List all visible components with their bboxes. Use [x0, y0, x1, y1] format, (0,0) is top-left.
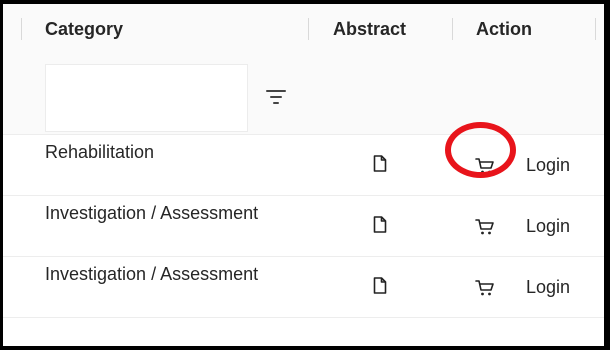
- login-link[interactable]: Login: [526, 276, 570, 298]
- table-frame: Category Abstract Action Rehabilitation …: [3, 4, 604, 346]
- cart-icon[interactable]: [475, 218, 495, 236]
- category-cell: Investigation / Assessment: [45, 264, 259, 284]
- column-header-abstract[interactable]: Abstract: [333, 18, 406, 40]
- table-row: Investigation / Assessment Login: [3, 257, 604, 318]
- column-header-category[interactable]: Category: [45, 18, 123, 40]
- column-separator[interactable]: [452, 18, 453, 40]
- column-separator[interactable]: [21, 18, 22, 40]
- login-link[interactable]: Login: [526, 154, 570, 176]
- table-header: Category Abstract Action: [3, 4, 604, 65]
- highlight-circle: [445, 122, 516, 178]
- filter-icon[interactable]: [266, 88, 286, 106]
- document-icon[interactable]: [373, 155, 387, 172]
- category-cell: Rehabilitation: [45, 142, 155, 162]
- document-icon[interactable]: [373, 216, 387, 233]
- column-header-action[interactable]: Action: [476, 18, 532, 40]
- cart-icon[interactable]: [475, 279, 495, 297]
- column-separator[interactable]: [595, 18, 596, 40]
- category-cell: Investigation / Assessment: [45, 203, 259, 223]
- document-icon[interactable]: [373, 277, 387, 294]
- category-filter-input[interactable]: [45, 64, 248, 132]
- table-row: Investigation / Assessment Login: [3, 196, 604, 257]
- column-separator[interactable]: [308, 18, 309, 40]
- login-link[interactable]: Login: [526, 215, 570, 237]
